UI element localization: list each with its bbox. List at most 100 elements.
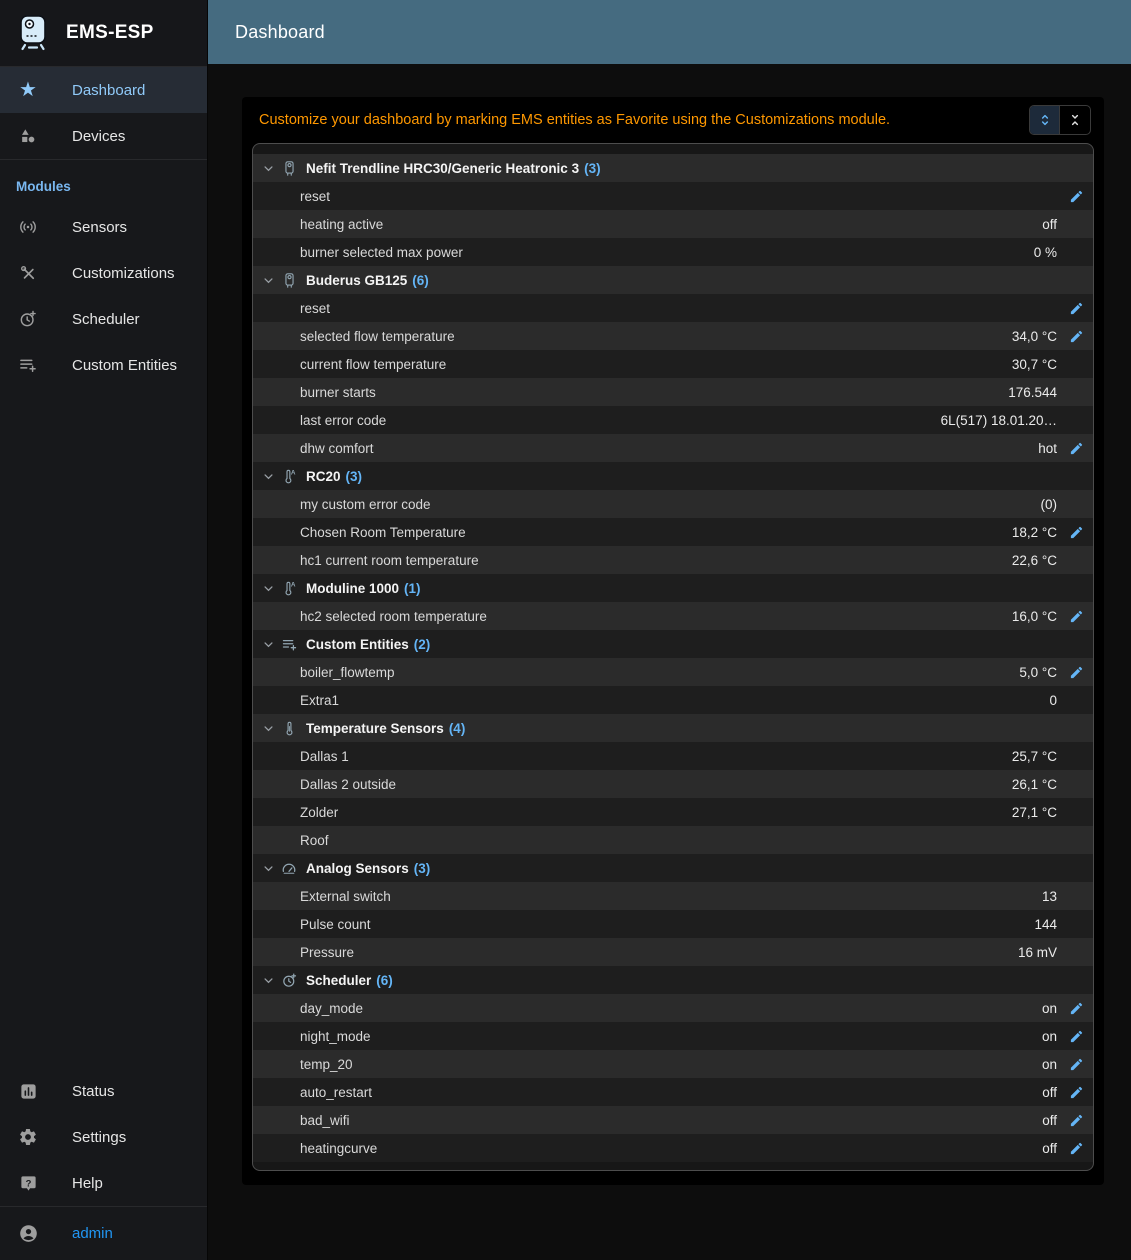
sidebar-item-label: Settings [72,1129,126,1146]
dashboard-card: Customize your dashboard by marking EMS … [242,97,1104,1185]
sidebar-item-status[interactable]: Status [0,1068,207,1114]
edit-icon[interactable] [1057,1113,1087,1128]
list-plus-icon [279,636,299,653]
device-group-row[interactable]: Buderus GB125 (6) [253,266,1093,294]
edit-icon[interactable] [1057,329,1087,344]
edit-icon[interactable] [1057,441,1087,456]
device-group-count: (6) [412,273,429,288]
entity-row: burner selected max power0 % [253,238,1093,266]
sidebar-item-help[interactable]: ? Help [0,1160,207,1206]
entity-row: Chosen Room Temperature18,2 °C [253,518,1093,546]
svg-text:A: A [290,469,295,476]
entity-value: 5,0 °C [1019,665,1057,680]
device-group-row[interactable]: Scheduler(6) [253,966,1093,994]
boiler-icon [279,272,299,289]
device-group-row[interactable]: Custom Entities(2) [253,630,1093,658]
entity-value: on [1042,1001,1057,1016]
sidebar-item-devices[interactable]: Devices [0,113,207,159]
edit-icon[interactable] [1057,1085,1087,1100]
edit-icon[interactable] [1057,1141,1087,1156]
entity-row: Dallas 2 outside26,1 °C [253,770,1093,798]
entity-row: dhw comforthot [253,434,1093,462]
sidebar-item-label: Scheduler [72,311,140,328]
modules-section-label: Modules [0,160,207,204]
edit-icon[interactable] [1057,1029,1087,1044]
device-group-count: (6) [376,973,393,988]
device-group-name: Analog Sensors [306,861,409,876]
entity-value: on [1042,1029,1057,1044]
expand-collapse-button-group [1029,105,1091,135]
edit-icon[interactable] [1057,301,1087,316]
device-group-row[interactable]: Nefit Trendline HRC30/Generic Heatronic … [253,154,1093,182]
clock-plus-icon [279,972,299,989]
chevron-down-icon[interactable] [257,861,279,876]
entity-row: Roof [253,826,1093,854]
entity-label: heating active [300,217,383,232]
entity-value: 144 [1034,917,1057,932]
device-group-count: (2) [414,637,431,652]
chevron-down-icon[interactable] [257,581,279,596]
edit-icon[interactable] [1057,609,1087,624]
device-group-name: Buderus GB125 [306,273,407,288]
device-group-count: (4) [449,721,466,736]
boiler-icon [279,160,299,177]
edit-icon[interactable] [1057,665,1087,680]
device-group-row[interactable]: Analog Sensors(3) [253,854,1093,882]
notice-text: Customize your dashboard by marking EMS … [259,112,890,128]
chevron-down-icon[interactable] [257,721,279,736]
modules-section: Modules Sensors Customizations [0,159,207,388]
entity-table: Nefit Trendline HRC30/Generic Heatronic … [252,143,1094,1171]
appbar: Dashboard [208,0,1131,64]
chevron-down-icon[interactable] [257,469,279,484]
app-title: EMS-ESP [66,22,154,44]
sidebar-item-dashboard[interactable]: ★ Dashboard [0,67,207,113]
entity-rows: Nefit Trendline HRC30/Generic Heatronic … [253,154,1093,1162]
collapse-all-button[interactable] [1060,106,1090,134]
page-title: Dashboard [235,22,325,43]
entity-row: boiler_flowtemp 5,0 °C [253,658,1093,686]
edit-icon[interactable] [1057,189,1087,204]
sidebar-item-admin[interactable]: admin [0,1206,207,1260]
entity-row: temp_20on [253,1050,1093,1078]
entity-row: reset [253,294,1093,322]
svg-text:A: A [290,581,295,588]
entity-value: 30,7 °C [1012,357,1057,372]
entity-value: 25,7 °C [1012,749,1057,764]
sidebar-item-scheduler[interactable]: Scheduler [0,296,207,342]
entity-label: External switch [300,889,391,904]
entity-label: boiler_flowtemp [300,665,395,680]
sidebar-item-label: Status [72,1083,115,1100]
sidebar-item-sensors[interactable]: Sensors [0,204,207,250]
device-group-row[interactable]: ARC20(3) [253,462,1093,490]
sidebar-item-custom-entities[interactable]: Custom Entities [0,342,207,388]
entity-row: auto_restart off [253,1078,1093,1106]
entity-row: bad_wifioff [253,1106,1093,1134]
entity-row: last error code6L(517) 18.01.20… [253,406,1093,434]
entity-value: 26,1 °C [1012,777,1057,792]
entity-label: auto_restart [300,1085,372,1100]
sidebar-item-label: Custom Entities [72,357,177,374]
entity-label: Chosen Room Temperature [300,525,466,540]
sidebar-item-customizations[interactable]: Customizations [0,250,207,296]
boiler-logo-icon [16,14,50,52]
chevron-down-icon[interactable] [257,637,279,652]
device-group-row[interactable]: AModuline 1000(1) [253,574,1093,602]
entity-value: 176.544 [1008,385,1057,400]
expand-all-button[interactable] [1030,106,1060,134]
chevron-down-icon[interactable] [257,161,279,176]
sidebar-item-settings[interactable]: Settings [0,1114,207,1160]
entity-value: off [1042,1085,1057,1100]
entity-value: off [1042,217,1057,232]
entity-label: my custom error code [300,497,431,512]
entity-value: 6L(517) 18.01.20… [941,413,1057,428]
entity-value: on [1042,1057,1057,1072]
chevron-down-icon[interactable] [257,273,279,288]
chevron-down-icon[interactable] [257,973,279,988]
edit-icon[interactable] [1057,525,1087,540]
entity-row: day_modeon [253,994,1093,1022]
entity-label: selected flow temperature [300,329,455,344]
device-group-row[interactable]: Temperature Sensors(4) [253,714,1093,742]
edit-icon[interactable] [1057,1001,1087,1016]
entity-value: 13 [1042,889,1057,904]
edit-icon[interactable] [1057,1057,1087,1072]
